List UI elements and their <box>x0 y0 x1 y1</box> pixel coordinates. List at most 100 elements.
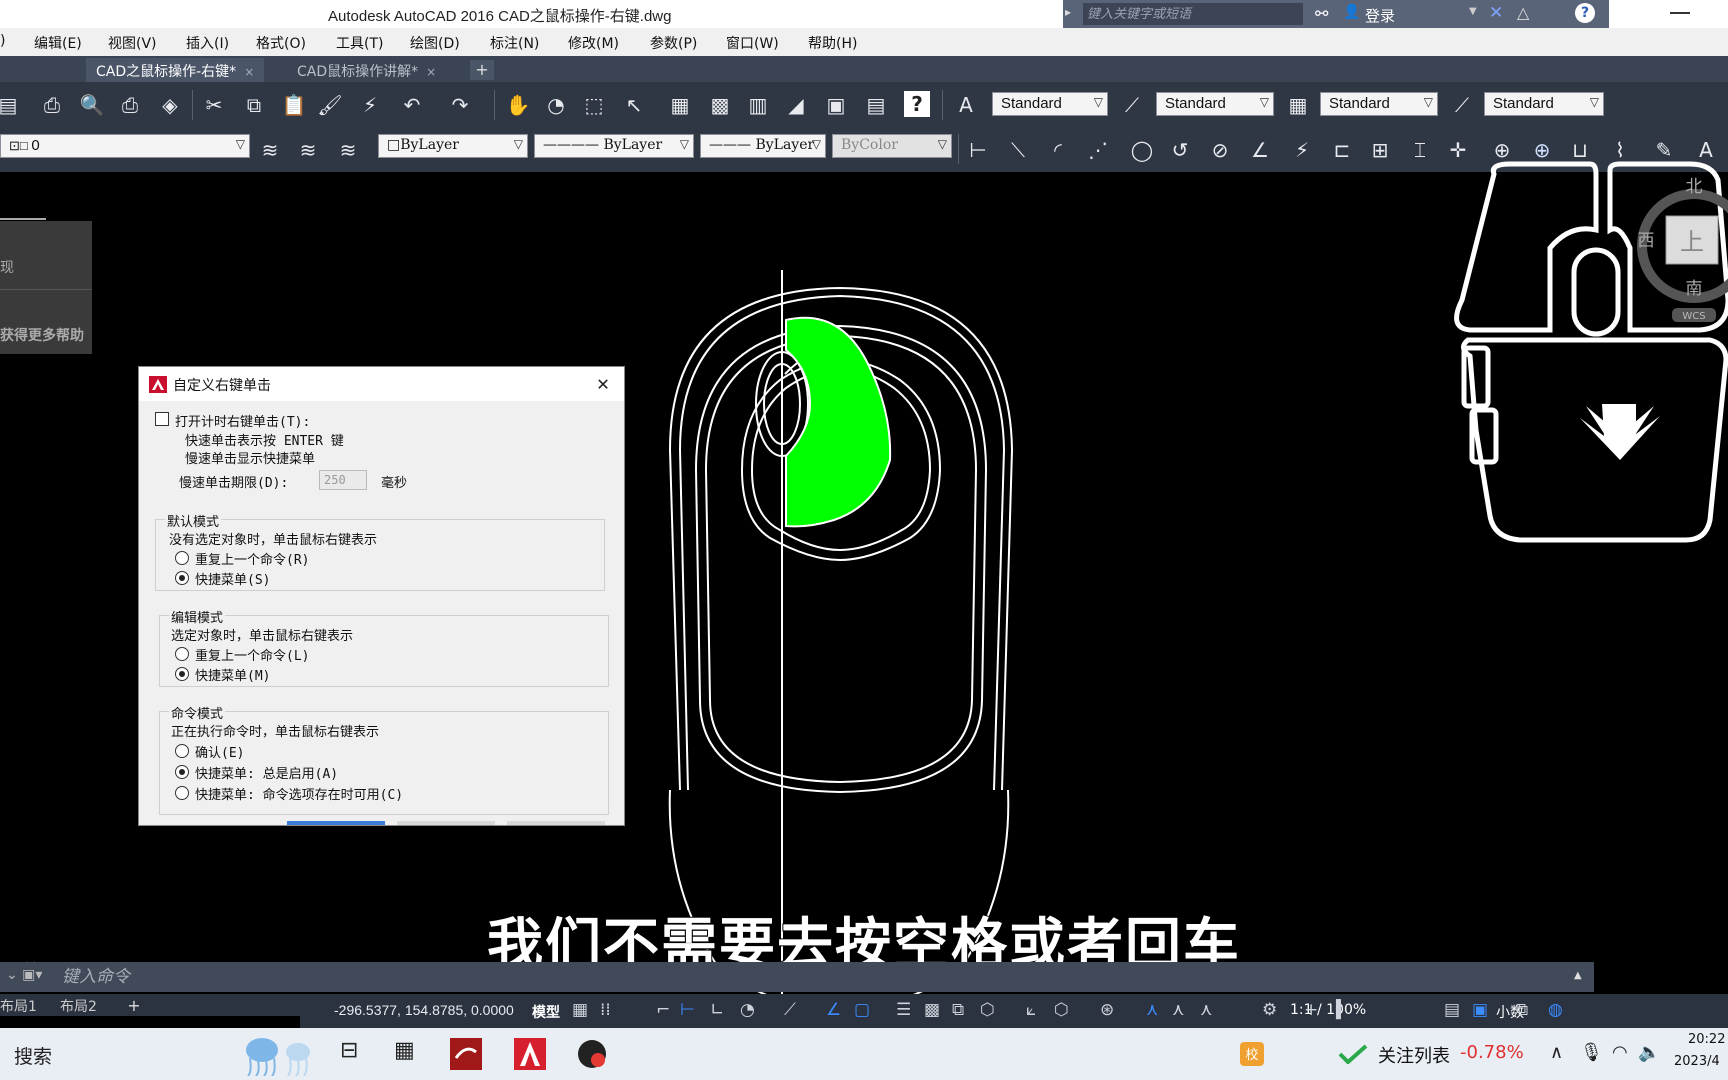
calculator-icon[interactable]: ▤ <box>862 91 890 119</box>
expand-arrow-icon[interactable]: ▸ <box>1065 5 1071 19</box>
copy-icon[interactable]: ⧉ <box>240 91 268 119</box>
paste-icon[interactable]: 📋 <box>280 91 308 119</box>
markup-icon[interactable]: ▣ <box>822 91 850 119</box>
infer-constraints-icon[interactable]: ⌐ <box>656 1000 670 1020</box>
menu-item-help[interactable]: 帮助(H) <box>808 33 857 53</box>
design-center-icon[interactable]: ▩ <box>706 91 734 119</box>
zoom-window-icon[interactable]: ⬚ <box>580 91 608 119</box>
quick-dimension-icon[interactable]: ⚡ <box>1288 136 1316 164</box>
edit-repeat-label[interactable]: 重复上一个命令(L) <box>195 645 309 664</box>
isodraft-icon[interactable]: ⟋ <box>784 1000 796 1020</box>
save-icon[interactable]: ▤ <box>0 91 22 119</box>
task-view-icon[interactable]: ⊟ <box>340 1038 372 1070</box>
polar-icon[interactable]: ◔ <box>740 1000 755 1020</box>
exchange-icon[interactable]: ✕ <box>1489 3 1503 23</box>
help-button[interactable] <box>507 821 605 825</box>
close-icon[interactable]: × <box>426 65 436 79</box>
baseline-icon[interactable]: ⊏ <box>1328 136 1356 164</box>
transparency-icon[interactable]: ▩ <box>924 1000 940 1020</box>
command-input[interactable] <box>62 966 1562 988</box>
apply-button[interactable] <box>287 821 385 825</box>
edit-shortcut-radio[interactable] <box>175 667 189 681</box>
command-shortcut-always-label[interactable]: 快捷菜单: 总是启用(A) <box>195 763 338 782</box>
menu-item-format[interactable]: 格式(O) <box>256 33 306 53</box>
app-icon[interactable] <box>450 1038 482 1070</box>
linetype-select[interactable]: ———— ByLayer ▽ <box>534 134 694 158</box>
a360-icon[interactable]: △ <box>1517 3 1529 22</box>
clock-date[interactable]: 2023/4 <box>1674 1054 1720 1069</box>
radius-icon[interactable]: ◯ <box>1128 136 1156 164</box>
add-layout-button[interactable]: + <box>124 996 144 1015</box>
block-editor-icon[interactable]: ⚡ <box>356 91 384 119</box>
help-button[interactable]: ? <box>1575 3 1595 23</box>
lineweight-select[interactable]: ——— ByLayer ▽ <box>700 134 826 158</box>
app-grid-icon[interactable]: ▦ <box>394 1038 426 1070</box>
viewcube-mouse-overlay[interactable]: 上 北 西 南 WCS <box>1450 160 1728 600</box>
layer-previous-icon[interactable]: ≋ <box>334 136 362 164</box>
table-style-icon[interactable]: ▦ <box>1284 91 1312 119</box>
autocad-taskbar-icon[interactable] <box>514 1038 546 1070</box>
default-repeat-label[interactable]: 重复上一个命令(R) <box>195 549 309 568</box>
more-help-link[interactable]: 获得更多帮助 <box>0 325 84 345</box>
command-shortcut-options-label[interactable]: 快捷菜单: 命令选项存在时可用(C) <box>195 784 403 803</box>
text-style-select[interactable]: Standard ▽ <box>992 92 1108 116</box>
menu-item[interactable]: ) <box>0 33 5 49</box>
edit-shortcut-label[interactable]: 快捷菜单(M) <box>195 665 270 684</box>
minimize-button[interactable] <box>1670 12 1690 14</box>
timed-right-click-checkbox[interactable] <box>155 412 169 426</box>
cancel-button[interactable] <box>397 821 495 825</box>
linear-dimension-icon[interactable]: ⊢ <box>964 136 992 164</box>
layer-properties-icon[interactable]: ≋ <box>256 136 284 164</box>
multileader-style-select[interactable]: Standard ▽ <box>1484 92 1604 116</box>
workspace-icon[interactable]: ▣ <box>1472 1000 1488 1020</box>
jogged-icon[interactable]: ↺ <box>1166 136 1194 164</box>
dim-style-icon[interactable]: ⟋ <box>1118 91 1146 119</box>
menu-item-insert[interactable]: 插入(I) <box>186 33 229 53</box>
pan-icon[interactable]: ✋ <box>504 91 532 119</box>
object-snap-tracking-icon[interactable]: ∠ <box>826 1000 841 1020</box>
stock-watchlist-label[interactable]: 关注列表 <box>1378 1042 1450 1068</box>
dim-style-select[interactable]: Standard ▽ <box>1156 92 1274 116</box>
zoom-previous-icon[interactable]: ↖ <box>620 91 648 119</box>
auto-scale-icon[interactable]: ⋏ <box>1172 1000 1184 1020</box>
angular-icon[interactable]: ∠ <box>1246 136 1274 164</box>
snap-icon[interactable]: ⁞⁞ <box>600 1000 611 1020</box>
model-space-button[interactable]: 模型 <box>532 1002 560 1022</box>
tab-layout2[interactable]: 布局2 <box>54 996 103 1016</box>
dynamic-ucs-icon[interactable]: ⟀ <box>1026 1000 1036 1020</box>
command-shortcut-options-radio[interactable] <box>175 786 189 800</box>
login-link[interactable]: 登录 <box>1365 5 1395 26</box>
object-snap-icon[interactable]: ▢ <box>854 1000 870 1020</box>
command-enter-label[interactable]: 确认(E) <box>195 742 244 761</box>
diameter-icon[interactable]: ⊘ <box>1206 136 1234 164</box>
help-icon[interactable]: ? <box>904 91 930 117</box>
redo-icon[interactable]: ↷ <box>446 91 474 119</box>
dynamic-input-icon[interactable]: ⊢ <box>680 1000 695 1020</box>
chevron-up-icon[interactable]: ▲ <box>1574 970 1582 981</box>
duration-input[interactable]: 250 <box>319 470 367 490</box>
new-tab-button[interactable]: + <box>470 60 494 80</box>
cut-icon[interactable]: ✂ <box>200 91 228 119</box>
binoculars-icon[interactable]: ⚯ <box>1315 4 1328 23</box>
text-style-icon[interactable]: A <box>952 91 980 119</box>
recorder-app-icon[interactable] <box>576 1038 608 1070</box>
menu-item-modify[interactable]: 修改(M) <box>568 33 619 53</box>
microphone-icon[interactable]: 🎙 <box>1580 1042 1603 1063</box>
isolate-objects-icon[interactable]: ⧉ <box>1516 1000 1528 1020</box>
layer-select[interactable]: ⊡□ 0 ▽ <box>0 134 250 158</box>
sheet-set-icon[interactable]: ◢ <box>782 91 810 119</box>
plus-icon[interactable]: + <box>1304 1000 1318 1020</box>
print-preview-icon[interactable]: 🔍 <box>78 91 106 119</box>
3d-osnap-icon[interactable]: ⬡ <box>980 1000 995 1020</box>
tray-app-icon[interactable]: 校 <box>1240 1042 1264 1066</box>
speaker-icon[interactable]: 🔈 <box>1638 1042 1660 1063</box>
continue-icon[interactable]: ⊞ <box>1366 136 1394 164</box>
make-current-layer-icon[interactable]: ≋ <box>294 136 322 164</box>
clock-time[interactable]: 20:22 <box>1688 1032 1725 1047</box>
default-shortcut-label[interactable]: 快捷菜单(S) <box>195 569 270 588</box>
gear-icon[interactable]: ⚙ <box>1262 1000 1277 1020</box>
close-icon[interactable]: × <box>244 65 254 79</box>
taskbar-search[interactable]: 搜索 <box>14 1042 52 1069</box>
ordinate-icon[interactable]: ⋰ <box>1084 136 1112 164</box>
chevron-down-icon[interactable]: ▼ <box>1469 6 1477 17</box>
